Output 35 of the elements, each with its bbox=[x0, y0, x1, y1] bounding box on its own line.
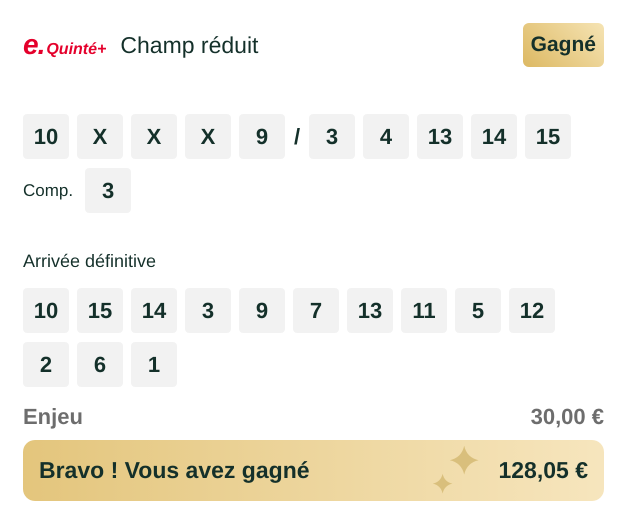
number-chip: 10 bbox=[23, 288, 69, 333]
complement-label: Comp. bbox=[23, 180, 74, 200]
logo-mark: e. bbox=[23, 29, 44, 61]
separator: / bbox=[293, 124, 301, 150]
number-chip: 14 bbox=[131, 288, 177, 333]
number-chip: X bbox=[131, 114, 177, 159]
number-chip: 15 bbox=[77, 288, 123, 333]
stake-label: Enjeu bbox=[23, 404, 83, 430]
number-chip: 5 bbox=[455, 288, 501, 333]
number-chip: 9 bbox=[239, 288, 285, 333]
number-chip: 12 bbox=[509, 288, 555, 333]
winnings-message: Bravo ! Vous avez gagné bbox=[39, 457, 311, 484]
number-chip: 4 bbox=[363, 114, 409, 159]
bet-type-title: Champ réduit bbox=[120, 32, 260, 58]
status-badge: Gagné bbox=[522, 23, 604, 67]
number-chip: 2 bbox=[23, 342, 69, 387]
number-chip: 13 bbox=[347, 288, 393, 333]
number-chip: 11 bbox=[401, 288, 447, 333]
number-chip: X bbox=[185, 114, 231, 159]
number-chip: 7 bbox=[293, 288, 339, 333]
logo-text: Quinté+ bbox=[46, 41, 106, 59]
stake-amount: 30,00 € bbox=[530, 404, 604, 430]
number-chip: 14 bbox=[471, 114, 517, 159]
number-chip: 3 bbox=[85, 168, 132, 213]
winnings-amount: 128,05 € bbox=[498, 457, 588, 484]
number-chip: X bbox=[77, 114, 123, 159]
number-chip: 3 bbox=[185, 288, 231, 333]
number-chip: 10 bbox=[23, 114, 69, 159]
number-chip: 13 bbox=[417, 114, 463, 159]
number-chip: 3 bbox=[309, 114, 355, 159]
number-chip: 9 bbox=[239, 114, 285, 159]
arrival-title: Arrivée définitive bbox=[23, 251, 158, 272]
number-chip: 15 bbox=[525, 114, 571, 159]
number-chip: 1 bbox=[131, 342, 177, 387]
number-chip: 6 bbox=[77, 342, 123, 387]
